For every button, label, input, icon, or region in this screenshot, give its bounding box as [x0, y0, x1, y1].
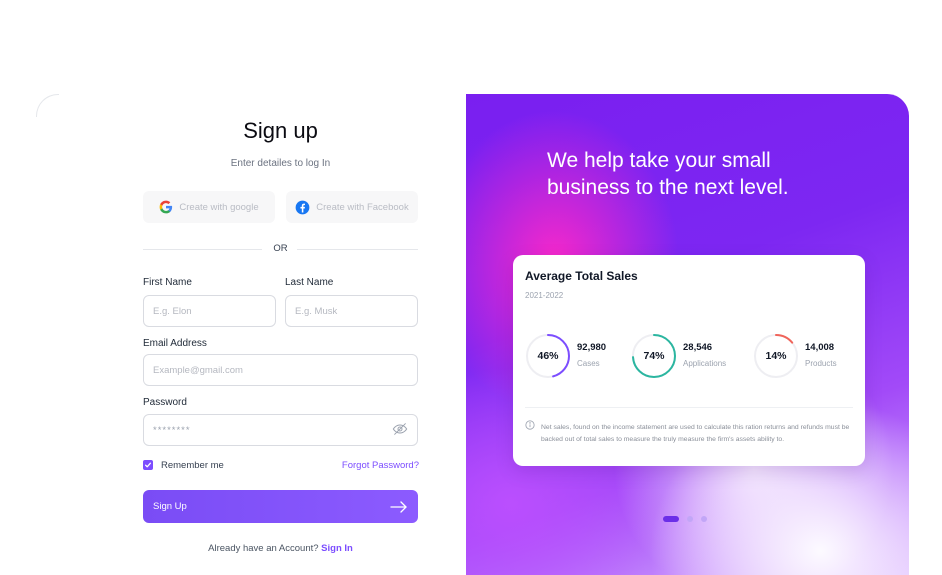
hero-headline-line-1: We help take your small [547, 149, 771, 172]
remember-me-checkbox[interactable] [143, 460, 153, 470]
hero-headline: We help take your small business to the … [547, 147, 877, 201]
remember-me-label: Remember me [161, 460, 224, 471]
divider-line-right [297, 249, 418, 250]
hero-panel: We help take your small business to the … [466, 94, 909, 575]
password-input[interactable] [143, 414, 418, 446]
last-name-label: Last Name [285, 277, 334, 288]
sales-card-period: 2021-2022 [525, 291, 564, 300]
info-icon [525, 420, 535, 430]
metric-value: 92,980 [577, 342, 607, 353]
last-name-input[interactable] [285, 295, 418, 327]
card-divider [525, 407, 853, 408]
carousel-dot[interactable] [687, 516, 693, 522]
metric-applications: 74% 28,546 Applications [631, 333, 751, 379]
facebook-icon [295, 200, 310, 214]
page-subtitle: Enter detailes to log In [230, 158, 331, 169]
metric-label: Cases [577, 359, 600, 368]
sign-in-link[interactable]: Sign In [321, 543, 353, 554]
google-icon [159, 200, 173, 214]
metric-percent: 74% [643, 350, 665, 362]
email-input[interactable] [143, 354, 418, 386]
password-label: Password [143, 397, 187, 408]
sales-card: Average Total Sales 2021-2022 46% 92,980… [513, 255, 865, 466]
sales-card-title: Average Total Sales [525, 269, 638, 283]
carousel-dot[interactable] [663, 516, 679, 522]
page-title: Sign up [243, 118, 318, 143]
check-icon [144, 462, 152, 468]
metric-label: Applications [683, 359, 727, 368]
signin-prompt: Already have an Account? Sign In [143, 543, 418, 554]
hero-headline-line-2: business to the next level. [547, 176, 789, 199]
create-with-facebook-button[interactable]: Create with Facebook [286, 191, 418, 223]
carousel-indicators [663, 516, 707, 522]
metric-percent: 14% [765, 350, 787, 362]
signin-prompt-text: Already have an Account? [208, 543, 319, 554]
carousel-dot[interactable] [701, 516, 707, 522]
decorative-corner [36, 94, 59, 117]
arrow-right-icon [390, 500, 407, 513]
eye-off-icon[interactable] [392, 421, 408, 437]
or-divider: OR [143, 242, 418, 256]
metric-value: 28,546 [683, 342, 713, 353]
first-name-input[interactable] [143, 295, 276, 327]
metric-cases: 46% 92,980 Cases [525, 333, 635, 379]
sign-up-button-label: Sign Up [153, 501, 187, 512]
facebook-button-label: Create with Facebook [316, 201, 409, 213]
metric-products: 14% 14,008 Products [753, 333, 863, 379]
first-name-label: First Name [143, 277, 192, 288]
create-with-google-button[interactable]: Create with google [143, 191, 275, 223]
email-label: Email Address [143, 338, 207, 349]
sign-up-button[interactable]: Sign Up [143, 490, 418, 523]
metric-value: 14,008 [805, 342, 835, 353]
metric-percent: 46% [537, 350, 559, 362]
google-button-label: Create with google [179, 201, 259, 213]
sales-note: Net sales, found on the income statement… [541, 424, 850, 443]
metric-label: Products [805, 359, 837, 368]
forgot-password-link[interactable]: Forgot Password? [342, 460, 419, 471]
